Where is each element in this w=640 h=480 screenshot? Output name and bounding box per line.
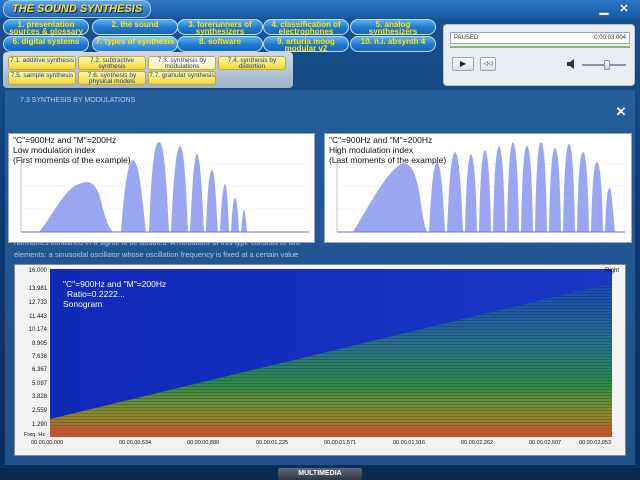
waveform-low-title: "C"=900Hz and "M"=200Hz	[13, 135, 117, 145]
waveform-low-label: "C"=900Hz and "M"=200Hz Low modulation i…	[13, 135, 131, 165]
x-tick: 00.00.02,607	[529, 440, 562, 446]
menu-item-5[interactable]: 5. analog synthesizers	[350, 19, 436, 36]
close-icon[interactable]: ✕	[618, 3, 630, 15]
x-tick: 00.00.00,880	[187, 440, 220, 446]
progress-bar[interactable]	[450, 46, 630, 48]
x-tick: 00.00.00,000	[31, 440, 64, 446]
sonogram-caption: Sonogram	[63, 299, 103, 309]
rewind-button[interactable]: ◁◁	[480, 57, 496, 71]
app-title: THE SOUND SYNTHESIS	[3, 0, 152, 18]
waveform-panel-high: "C"=900Hz and "M"=200Hz High modulation …	[324, 133, 632, 243]
menu-item-8[interactable]: 8. software	[177, 36, 263, 52]
y-axis-label: Freq. Hz	[24, 432, 46, 438]
y-tick: 11.443	[29, 314, 47, 320]
waveform-low-subtitle: Low modulation index	[13, 145, 96, 155]
y-tick: 2.559	[31, 408, 47, 414]
play-button[interactable]: ▶	[452, 57, 474, 71]
submenu-item-7-1[interactable]: 7.1. additive synthesis	[8, 56, 76, 70]
background-heading: 7.3 SYNTHESIS BY MODULATIONS	[20, 97, 136, 104]
y-tick: 8.905	[31, 341, 47, 347]
y-tick: 13.981	[28, 286, 47, 292]
x-tick: 00.00.01,916	[393, 440, 426, 446]
submenu-item-7-3[interactable]: 7.3. synthesis by modulations	[148, 56, 216, 70]
menu-item-6[interactable]: 6. digital systems	[3, 36, 89, 52]
submenu-panel: 7.1. additive synthesis 7.2. subtractive…	[3, 52, 293, 88]
y-tick: 1.290	[31, 422, 47, 428]
submenu-item-7-7[interactable]: 7.7. granular synthesis	[148, 71, 216, 85]
waveform-high-label: "C"=900Hz and "M"=200Hz High modulation …	[329, 135, 446, 165]
overlay-close-icon[interactable]: ✕	[614, 105, 628, 119]
submenu-item-7-5[interactable]: 7.5. sample synthesis	[8, 71, 76, 85]
waveform-high-subtitle: High modulation index	[329, 145, 414, 155]
y-tick: 10.174	[28, 327, 47, 333]
y-tick: 7.636	[31, 354, 47, 360]
menu-item-9[interactable]: 9. arturia moog modular v2	[263, 36, 349, 53]
x-tick: 00.00.02,262	[461, 440, 494, 446]
sonogram-title: "C"=900Hz and "M"=200Hz	[63, 279, 167, 289]
title-bar: THE SOUND SYNTHESIS ▁ ✕	[0, 0, 640, 18]
x-tick: 00.00.01,571	[324, 440, 357, 446]
player-time: 0:00:03.004	[594, 35, 626, 41]
waveform-panel-low: "C"=900Hz and "M"=200Hz Low modulation i…	[8, 133, 315, 243]
waveform-low-note: (First moments of the example)	[13, 155, 131, 165]
sonogram-channel: Right	[605, 268, 620, 274]
menu-item-3[interactable]: 3. forerunners of synthesizers	[177, 19, 263, 36]
volume-slider-thumb[interactable]	[604, 60, 610, 70]
y-tick: 12.733	[28, 300, 47, 306]
waveform-high-title: "C"=900Hz and "M"=200Hz	[329, 135, 433, 145]
waveform-high-note: (Last moments of the example)	[329, 155, 447, 165]
y-tick: 3.828	[31, 394, 47, 400]
submenu-item-7-2[interactable]: 7.2. subtractive synthesis	[78, 56, 146, 70]
y-tick: 5.097	[31, 381, 47, 387]
x-tick: 00.00.01,225	[256, 440, 289, 446]
background-text: elements: a sinusoidal oscillator whose …	[14, 250, 299, 259]
menu-item-2[interactable]: 2. the sound	[92, 19, 178, 35]
x-tick: 00.00.00,534	[119, 440, 152, 446]
media-player: PAUSED 0:00:03.004 ▶ ◁◁	[443, 24, 635, 86]
sonogram-label: "C"=900Hz and "M"=200Hz Ratio=0.2222... …	[63, 279, 166, 309]
submenu-item-7-6[interactable]: 7.6. synthesis by physical models	[78, 71, 146, 85]
x-tick: 00.00.02,953	[579, 440, 612, 446]
y-tick: 6.367	[31, 367, 47, 373]
menu-item-4[interactable]: 4. classification of electrophones	[263, 19, 349, 36]
sonogram-ratio: Ratio=0.2222...	[67, 289, 125, 299]
player-status: PAUSED	[454, 35, 479, 41]
menu-item-1[interactable]: 1. presentation sources & glossary	[3, 19, 89, 36]
speaker-icon[interactable]	[566, 58, 578, 70]
menu-item-10[interactable]: 10. n.i. absynth 4	[350, 36, 436, 52]
minimize-icon[interactable]: ▁	[598, 3, 610, 15]
menu-item-7[interactable]: 7. types of synthesis	[92, 36, 178, 52]
sonogram-panel: "C"=900Hz and "M"=200Hz Ratio=0.2222... …	[14, 264, 626, 456]
y-tick: 16.000	[28, 268, 47, 274]
footer-label: MULTIMEDIA	[278, 468, 362, 480]
submenu-item-7-4[interactable]: 7.4. synthesis by distortion	[218, 56, 286, 70]
player-status-box: PAUSED 0:00:03.004	[450, 32, 630, 44]
